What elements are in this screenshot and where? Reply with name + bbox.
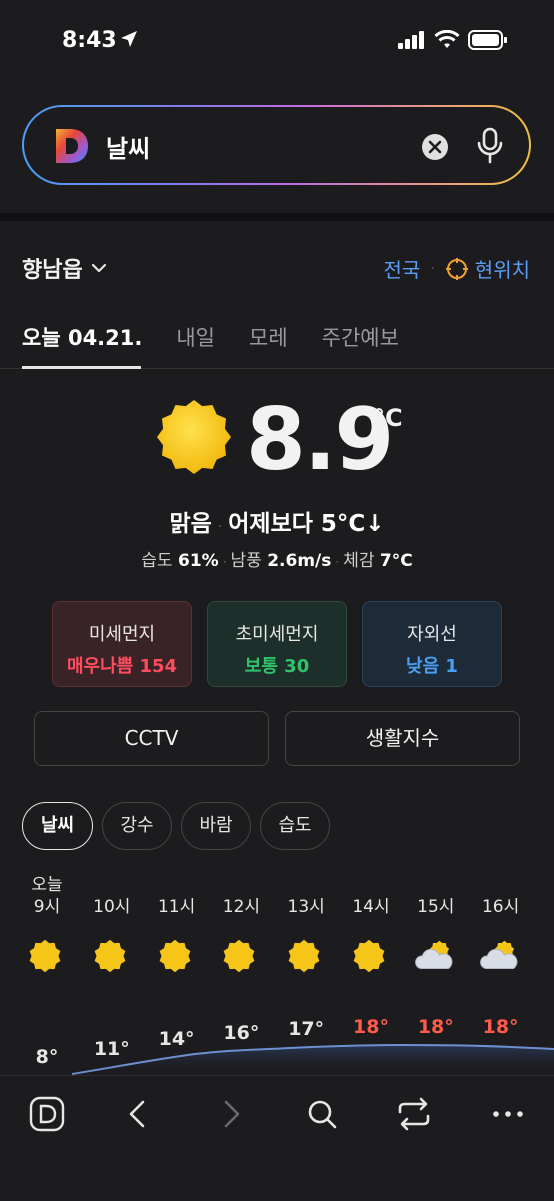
- sun-icon: [157, 400, 231, 474]
- card-value: 보통 30: [244, 656, 310, 677]
- hour-label: 12시: [222, 897, 261, 917]
- status-time: 8:43: [62, 28, 117, 53]
- clear-icon[interactable]: [421, 133, 449, 161]
- sun-icon: [224, 939, 255, 973]
- ultrafine-dust-card[interactable]: 초미세먼지 보통 30: [207, 601, 347, 687]
- humidity-label: 습도: [141, 551, 173, 571]
- tab-today[interactable]: 오늘 04.21.: [22, 322, 142, 352]
- hourly-today-label: 오늘: [31, 875, 63, 895]
- sun-icon: [159, 939, 190, 973]
- partly-cloudy-icon: [479, 940, 517, 970]
- card-value: 낮음 1: [406, 656, 458, 677]
- cctv-button[interactable]: CCTV: [34, 711, 269, 766]
- current-temperature: 8.9: [246, 390, 394, 490]
- uv-card[interactable]: 자외선 낮음 1: [362, 601, 502, 687]
- card-label: 자외선: [407, 624, 457, 645]
- location-arrow-icon: [121, 31, 137, 47]
- chevron-down-icon: [91, 263, 106, 273]
- section-divider: [0, 213, 554, 221]
- temperature-unit: °C: [373, 404, 403, 432]
- sun-icon: [288, 939, 320, 973]
- compare-text: 어제보다 5°C↓: [228, 511, 385, 537]
- hour-label: 9시: [33, 897, 61, 917]
- wind-value: 2.6m/s: [267, 551, 332, 571]
- pill-wind[interactable]: 바람: [181, 802, 251, 850]
- weather-summary: 맑음 · 어제보다 5°C↓: [169, 511, 385, 537]
- mic-icon[interactable]: [476, 127, 504, 165]
- search-input[interactable]: 날씨: [106, 129, 150, 164]
- card-label: 초미세먼지: [235, 624, 319, 645]
- hour-label: 13시: [287, 897, 325, 917]
- tab-tomorrow[interactable]: 내일: [176, 322, 215, 352]
- fine-dust-card[interactable]: 미세먼지 매우나쁨 154: [52, 601, 192, 687]
- daum-home-icon[interactable]: [25, 1092, 69, 1136]
- pill-humidity[interactable]: 습도: [260, 802, 330, 850]
- temperature-curve: [71, 1043, 554, 1075]
- search-bar[interactable]: 날씨: [22, 105, 531, 185]
- living-index-button[interactable]: 생활지수: [285, 711, 520, 766]
- signal-icon: [398, 31, 424, 49]
- weather-details: 습도 61% · 남풍 2.6m/s · 체감 7°C: [141, 551, 413, 571]
- pill-precipitation[interactable]: 강수: [102, 802, 172, 850]
- tab-weekly[interactable]: 주간예보: [322, 322, 399, 352]
- bottom-toolbar: [0, 1075, 554, 1201]
- refresh-icon[interactable]: [392, 1092, 436, 1136]
- hour-label: 15시: [417, 897, 455, 917]
- humidity-value: 61%: [177, 551, 219, 571]
- national-link[interactable]: 전국: [384, 254, 421, 283]
- current-location-link[interactable]: 현위치: [445, 254, 530, 283]
- card-label: 미세먼지: [88, 624, 156, 645]
- hour-label: 10시: [93, 897, 131, 917]
- pill-weather[interactable]: 날씨: [22, 802, 93, 850]
- partly-cloudy-icon: [414, 940, 453, 970]
- hour-label: 16시: [481, 897, 520, 917]
- hour-label: 14시: [352, 897, 390, 917]
- status-icons: [398, 30, 508, 50]
- location-links: 전국 · 현위치: [384, 254, 530, 283]
- hour-label: 11시: [157, 897, 196, 917]
- wind-label: 남풍: [230, 551, 262, 571]
- more-icon[interactable]: [486, 1092, 530, 1136]
- condition-text: 맑음: [169, 511, 212, 537]
- daum-logo-icon[interactable]: [54, 127, 90, 165]
- forward-icon[interactable]: [209, 1092, 253, 1136]
- location-name: 향남읍: [22, 258, 83, 283]
- sun-icon: [94, 939, 126, 973]
- day-tabs: 오늘 04.21. 내일 모레 주간예보: [22, 322, 399, 352]
- feels-label: 체감: [343, 551, 375, 571]
- wifi-icon: [434, 30, 460, 48]
- dot-separator: ·: [430, 260, 435, 277]
- card-value: 매우나쁨 154: [66, 656, 178, 677]
- crosshair-icon: [445, 257, 468, 280]
- battery-icon: [468, 30, 507, 50]
- back-icon[interactable]: [116, 1092, 160, 1136]
- sun-icon: [29, 939, 61, 973]
- tab-day-after[interactable]: 모레: [249, 322, 288, 352]
- current-location-label: 현위치: [474, 258, 530, 282]
- search-icon[interactable]: [300, 1092, 344, 1136]
- sun-icon: [353, 939, 385, 973]
- feels-value: 7°C: [379, 551, 413, 571]
- active-tab-indicator: [22, 366, 141, 369]
- location-selector[interactable]: 향남읍: [22, 252, 107, 284]
